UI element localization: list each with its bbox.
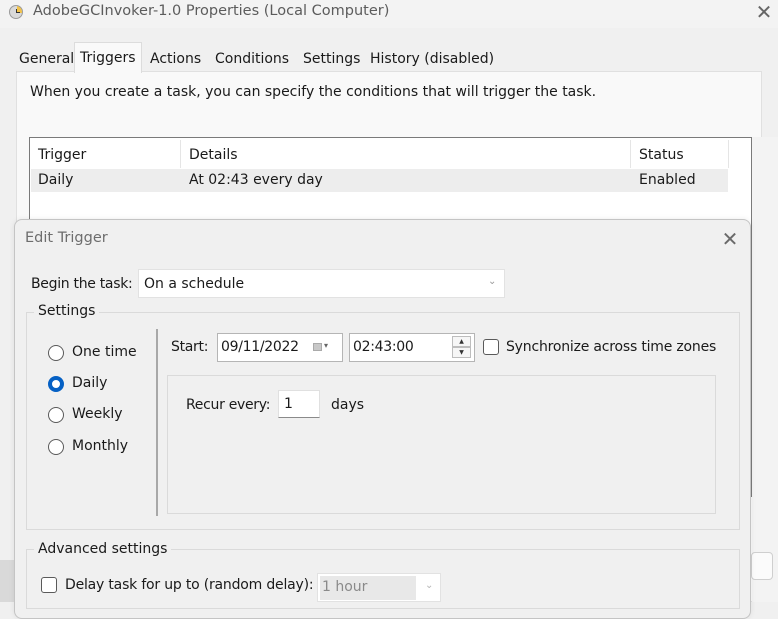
recur-unit-label: days xyxy=(331,397,365,413)
close-icon[interactable]: ✕ xyxy=(754,2,774,22)
calendar-dropdown-icon[interactable]: ▾ xyxy=(324,341,328,350)
recur-every-label: Recur every: xyxy=(186,397,271,413)
recur-days-value: 1 xyxy=(284,396,293,412)
trigger-cell: Daily xyxy=(38,172,74,188)
triggers-intro-text: When you create a task, you can specify … xyxy=(30,84,597,100)
column-header-details[interactable]: Details xyxy=(189,143,238,167)
start-time-value: 02:43:00 xyxy=(353,339,414,355)
begin-task-value: On a schedule xyxy=(144,276,245,292)
radio-weekly[interactable] xyxy=(48,407,64,423)
status-cell: Enabled xyxy=(639,172,696,188)
details-cell: At 02:43 every day xyxy=(189,172,323,188)
radio-one-time[interactable] xyxy=(48,345,64,361)
table-row[interactable] xyxy=(31,169,728,192)
spin-up-button[interactable]: ▲ xyxy=(452,336,471,347)
dialog-title: Edit Trigger xyxy=(25,230,108,246)
radio-monthly[interactable] xyxy=(48,439,64,455)
close-icon[interactable]: ✕ xyxy=(719,228,741,250)
window-title: AdobeGCInvoker-1.0 Properties (Local Com… xyxy=(33,3,390,19)
settings-divider xyxy=(156,329,158,516)
column-divider[interactable] xyxy=(630,140,631,168)
background-window-edge xyxy=(0,560,14,602)
sync-time-zones-label[interactable]: Synchronize across time zones xyxy=(506,339,716,355)
tab-actions[interactable]: Actions xyxy=(145,45,206,71)
radio-label-one-time[interactable]: One time xyxy=(72,344,137,360)
column-header-trigger[interactable]: Trigger xyxy=(38,143,86,167)
background-panel-edge xyxy=(752,137,778,602)
calendar-icon[interactable] xyxy=(313,343,322,351)
radio-daily[interactable] xyxy=(48,376,64,392)
column-divider[interactable] xyxy=(180,140,181,168)
spin-down-button[interactable]: ▼ xyxy=(452,347,471,358)
radio-label-daily[interactable]: Daily xyxy=(72,375,107,391)
tab-conditions[interactable]: Conditions xyxy=(210,45,294,71)
chevron-down-icon[interactable]: ⌄ xyxy=(488,276,496,287)
delay-task-label[interactable]: Delay task for up to (random delay): xyxy=(65,577,314,593)
task-clock-icon xyxy=(9,5,23,19)
advanced-settings-legend: Advanced settings xyxy=(34,541,172,557)
chevron-down-icon[interactable]: ⌄ xyxy=(425,580,433,591)
begin-task-label: Begin the task: xyxy=(31,276,133,292)
delay-task-checkbox[interactable] xyxy=(41,577,57,593)
column-header-status[interactable]: Status xyxy=(639,143,684,167)
tab-triggers[interactable]: Triggers xyxy=(74,42,142,73)
recurrence-panel xyxy=(167,375,716,514)
settings-legend: Settings xyxy=(34,303,100,319)
sync-time-zones-checkbox[interactable] xyxy=(483,339,499,355)
start-label: Start: xyxy=(171,339,209,355)
background-button[interactable] xyxy=(751,552,773,580)
tab-general[interactable]: General xyxy=(14,45,79,71)
tab-settings[interactable]: Settings xyxy=(298,45,365,71)
delay-duration-value: 1 hour xyxy=(322,579,368,595)
tab-history[interactable]: History (disabled) xyxy=(365,45,499,71)
radio-label-monthly[interactable]: Monthly xyxy=(72,438,128,454)
start-date-value: 09/11/2022 xyxy=(221,339,299,355)
column-divider[interactable] xyxy=(728,140,729,168)
radio-label-weekly[interactable]: Weekly xyxy=(72,406,123,422)
